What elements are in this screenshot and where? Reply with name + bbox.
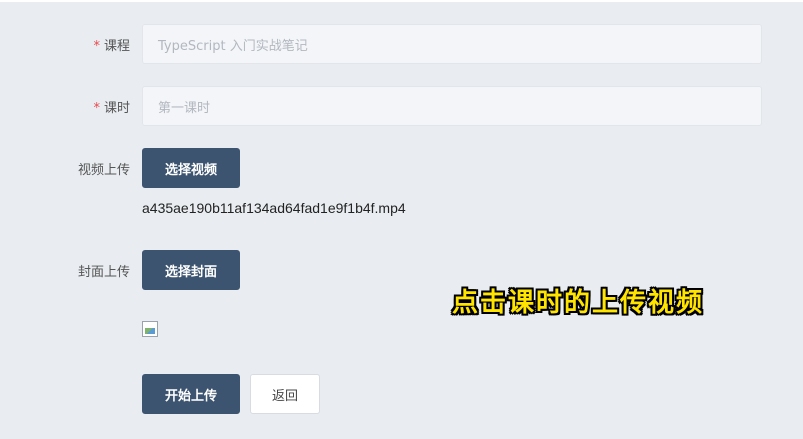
- course-input[interactable]: TypeScript 入门实战笔记: [142, 24, 762, 64]
- upload-form-page: * 课程 TypeScript 入门实战笔记 * 课时 第一课时 视频上传 选择视频…: [0, 0, 803, 439]
- lesson-label: * 课时: [0, 97, 130, 116]
- cover-preview-broken-image-icon: [142, 321, 158, 337]
- back-button[interactable]: 返回: [250, 374, 320, 414]
- select-video-button[interactable]: 选择视频: [142, 148, 240, 188]
- required-mark: *: [93, 101, 100, 116]
- cover-upload-label: 封面上传: [77, 265, 130, 280]
- video-filename: a435ae190b11af134ad64fad1e9f1b4f.mp4: [142, 200, 406, 216]
- select-cover-button[interactable]: 选择封面: [142, 250, 240, 290]
- start-upload-button[interactable]: 开始上传: [142, 374, 240, 414]
- lesson-input-placeholder: 第一课时: [158, 100, 211, 116]
- required-mark: *: [93, 39, 100, 54]
- lesson-label-text: 课时: [103, 101, 130, 116]
- video-upload-label: 视频上传: [77, 163, 130, 178]
- course-label-text: 课程: [103, 39, 130, 54]
- course-label: * 课程: [0, 35, 130, 54]
- tutorial-caption: 点击课时的上传视频: [452, 288, 705, 318]
- course-input-placeholder: TypeScript 入门实战笔记: [158, 38, 308, 54]
- lesson-input[interactable]: 第一课时: [142, 86, 762, 126]
